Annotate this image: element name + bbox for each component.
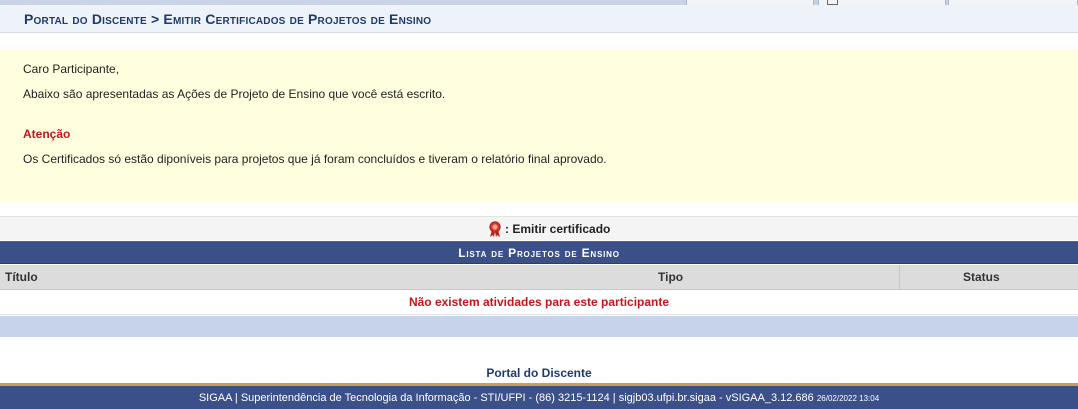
info-panel: Caro Participante, Abaixo são apresentad… (0, 49, 1078, 202)
legend-label: : Emitir certificado (505, 222, 611, 236)
ribbon-award-icon (489, 220, 501, 237)
warning-text: Os Certificados só estão diponíveis para… (23, 152, 607, 166)
info-intro: Abaixo são apresentadas as Ações de Proj… (23, 87, 446, 101)
legend-item-emit: : Emitir certificado (488, 220, 611, 237)
footer-text: SIGAA | Superintendência de Tecnologia d… (0, 392, 1078, 404)
column-header-status: Status (963, 270, 1000, 284)
empty-message: Não existem atividades para este partici… (408, 295, 670, 309)
title-bar: Portal do Discente > Emitir Certificados… (0, 5, 1078, 33)
portal-discente-link[interactable]: Portal do Discente (0, 366, 1078, 380)
info-greeting: Caro Participante, (23, 62, 120, 76)
table-header-row: Título Tipo Status (0, 265, 1078, 290)
page-title: Portal do Discente > Emitir Certificados… (24, 11, 432, 27)
column-header-tipo: Tipo (658, 270, 684, 284)
list-caption: Lista de Projetos de Ensino (0, 241, 1078, 264)
column-divider (899, 265, 900, 290)
footer-timestamp: 26/02/2022 13:04 (816, 394, 880, 403)
table-row-empty: Não existem atividades para este partici… (0, 291, 1078, 315)
table-footer (0, 316, 1078, 337)
page: Portal do Discente > Emitir Certificados… (0, 0, 1078, 409)
footer-info: SIGAA | Superintendência de Tecnologia d… (198, 392, 814, 404)
legend: : Emitir certificado (0, 216, 1078, 240)
list-title: Lista de Projetos de Ensino (458, 246, 620, 260)
column-header-titulo: Título (5, 270, 38, 284)
footer-bar: SIGAA | Superintendência de Tecnologia d… (0, 383, 1078, 409)
warning-title: Atenção (23, 127, 71, 141)
